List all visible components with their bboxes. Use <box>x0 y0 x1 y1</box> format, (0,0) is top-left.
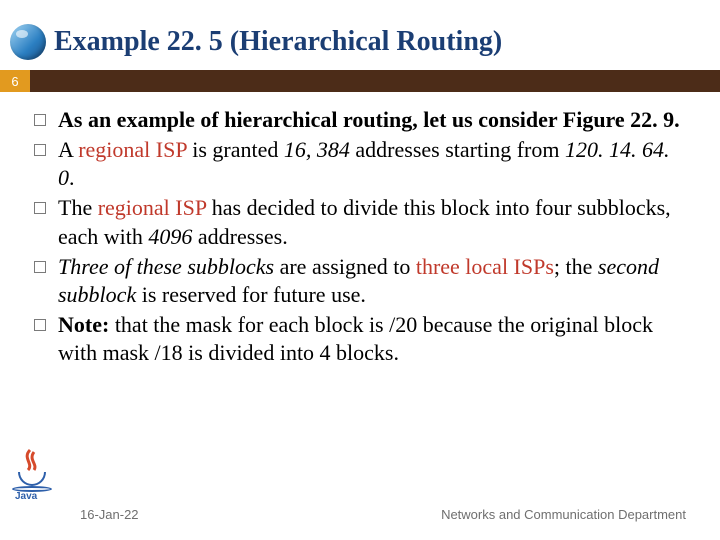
footer-date: 16-Jan-22 <box>80 507 139 522</box>
globe-icon <box>10 24 46 60</box>
title-row: Example 22. 5 (Hierarchical Routing) <box>0 0 720 70</box>
list-item: As an example of hierarchical routing, l… <box>58 106 690 134</box>
footer: 16-Jan-22 Networks and Communication Dep… <box>0 507 720 522</box>
slide: Example 22. 5 (Hierarchical Routing) 6 A… <box>0 0 720 540</box>
list-item: Three of these subblocks are assigned to… <box>58 253 690 309</box>
page-number: 6 <box>0 70 30 92</box>
slide-body: As an example of hierarchical routing, l… <box>0 92 720 367</box>
list-item: A regional ISP is granted 16, 384 addres… <box>58 136 690 192</box>
page-bar-fill <box>30 70 720 92</box>
bullet-list: As an example of hierarchical routing, l… <box>30 106 690 367</box>
list-item: The regional ISP has decided to divide t… <box>58 194 690 250</box>
java-logo-icon: Java <box>12 438 54 494</box>
footer-department: Networks and Communication Department <box>441 507 686 522</box>
page-number-bar: 6 <box>0 70 720 92</box>
list-item: Note: that the mask for each block is /2… <box>58 311 690 367</box>
slide-title: Example 22. 5 (Hierarchical Routing) <box>54 26 502 58</box>
